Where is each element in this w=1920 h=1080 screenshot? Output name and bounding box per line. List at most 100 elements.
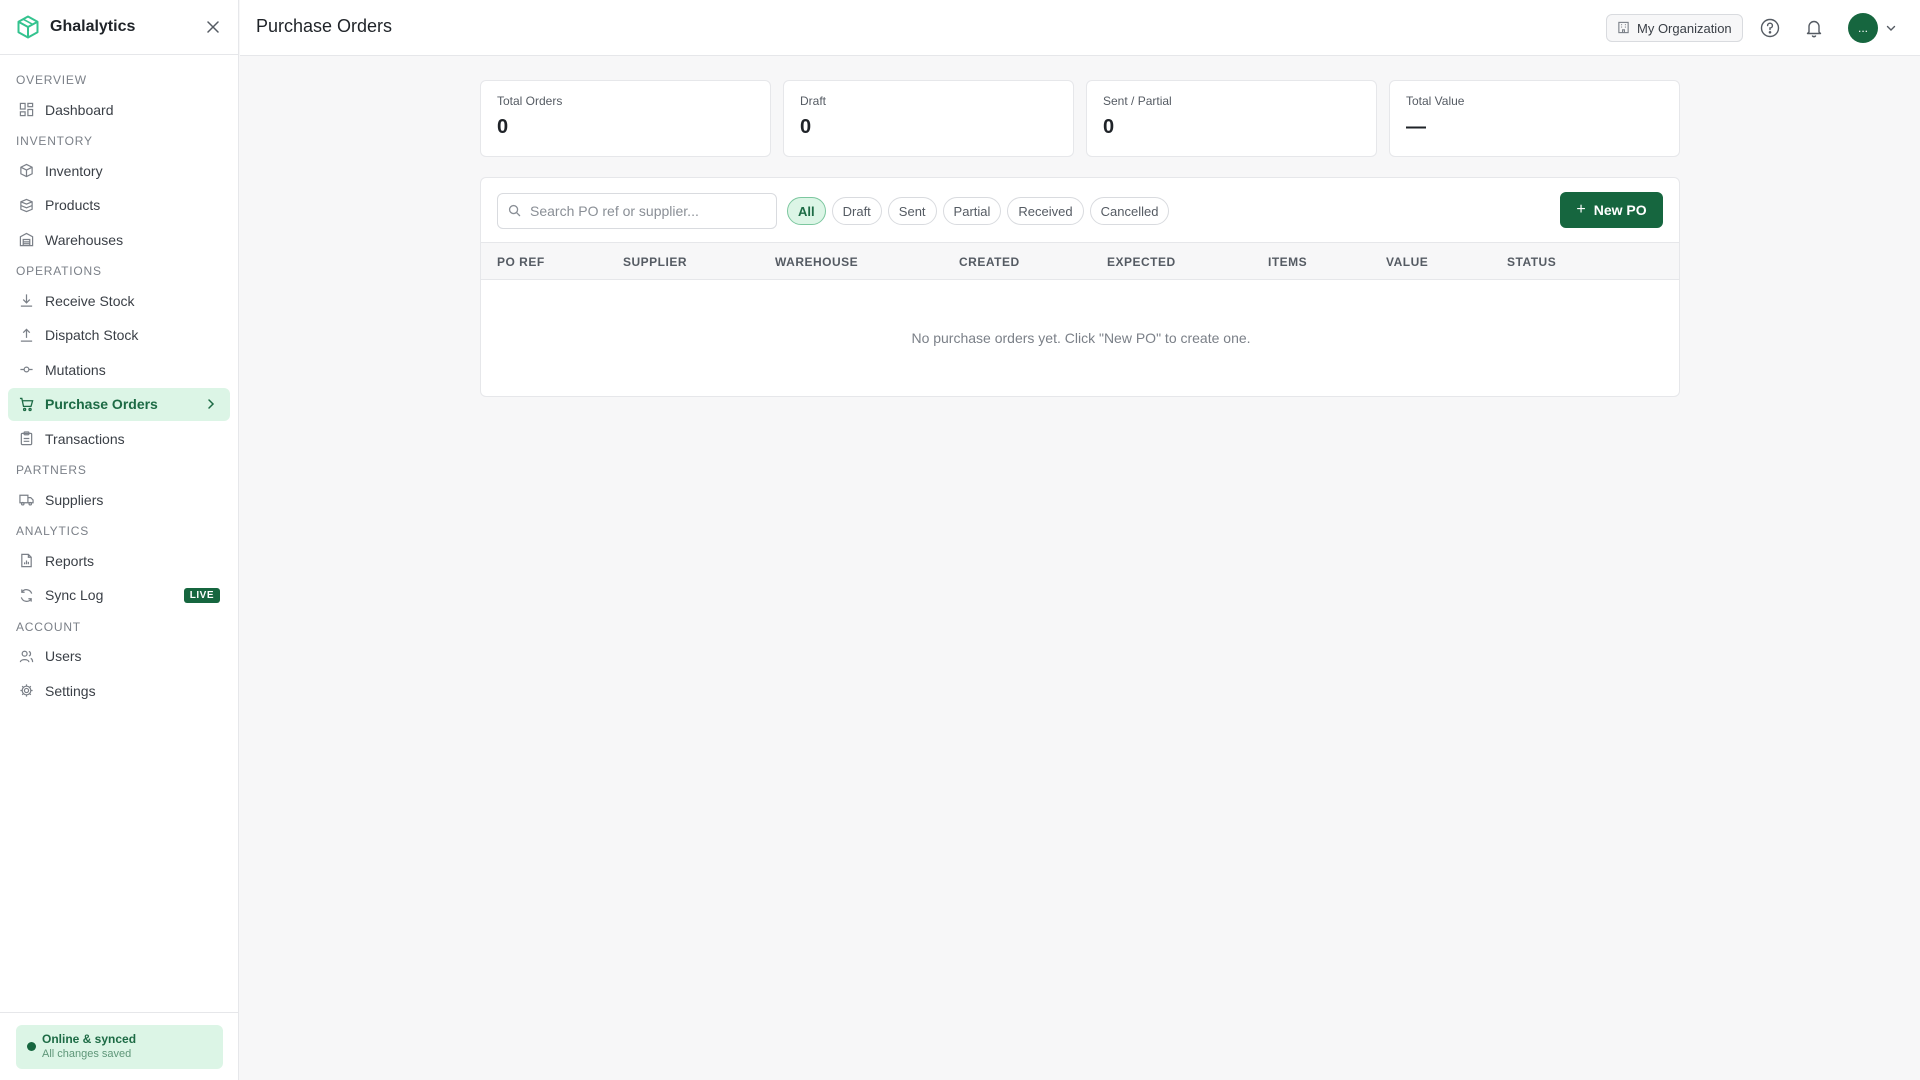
sidebar-item-label: Sync Log xyxy=(45,587,104,603)
close-sidebar-icon[interactable] xyxy=(204,18,222,36)
section-operations: OPERATIONS xyxy=(16,264,102,278)
commit-icon xyxy=(18,362,34,378)
sidebar-item-label: Settings xyxy=(45,682,96,699)
warehouse-icon xyxy=(18,232,34,248)
filter-draft[interactable]: Draft xyxy=(831,197,882,225)
search-icon xyxy=(508,204,522,218)
chevron-down-icon[interactable] xyxy=(1884,21,1898,35)
help-icon[interactable] xyxy=(1759,17,1781,39)
sidebar-item-transactions[interactable]: Transactions xyxy=(8,422,230,455)
section-account: ACCOUNT xyxy=(16,619,81,634)
sidebar-item-products[interactable]: Products xyxy=(8,189,230,222)
stat-label: Draft xyxy=(800,94,827,108)
status-filters: All Draft Sent Partial Received Cancelle… xyxy=(787,197,1170,225)
stat-card-draft: Draft 0 xyxy=(783,80,1074,157)
sidebar-item-label: Reports xyxy=(45,552,95,569)
new-po-button[interactable]: + New PO xyxy=(1560,192,1663,228)
sidebar-item-inventory[interactable]: Inventory xyxy=(8,154,230,187)
column-status[interactable]: STATUS xyxy=(1507,255,1556,269)
sidebar-item-mutations[interactable]: Mutations xyxy=(8,353,230,386)
section-overview: OVERVIEW xyxy=(16,73,87,87)
report-icon xyxy=(18,553,34,569)
stat-label: Total Orders xyxy=(497,94,563,108)
sidebar-item-suppliers[interactable]: Suppliers xyxy=(8,483,230,516)
sync-status-title: Online & synced xyxy=(42,1032,137,1046)
column-po-ref[interactable]: PO REF xyxy=(497,255,545,269)
new-po-label: New PO xyxy=(1593,202,1647,218)
refresh-icon xyxy=(18,587,34,603)
sidebar-item-dispatch-stock[interactable]: Dispatch Stock xyxy=(8,319,230,352)
sidebar-item-users[interactable]: Users xyxy=(8,640,230,673)
stat-value: 0 xyxy=(1103,116,1115,138)
sidebar-item-label: Warehouses xyxy=(45,231,124,248)
stat-label: Total Value xyxy=(1406,94,1465,108)
truck-icon xyxy=(18,492,34,508)
column-created[interactable]: CREATED xyxy=(959,255,1020,269)
table-header: PO REF SUPPLIER WAREHOUSE CREATED EXPECT… xyxy=(481,242,1679,280)
live-badge: LIVE xyxy=(183,587,220,603)
stat-value: 0 xyxy=(497,116,509,138)
sidebar-nav: OVERVIEW Dashboard INVENTORY Inventory P… xyxy=(0,55,238,707)
sidebar-item-label: Users xyxy=(45,648,82,664)
sidebar-item-reports[interactable]: Reports xyxy=(8,544,230,577)
users-icon xyxy=(18,648,34,664)
dashboard-icon xyxy=(18,102,34,118)
filter-received[interactable]: Received xyxy=(1007,197,1084,225)
stat-label: Sent / Partial xyxy=(1103,94,1172,108)
app-name: Ghalalytics xyxy=(50,18,136,35)
filter-all[interactable]: All xyxy=(787,197,826,225)
sidebar-item-warehouses[interactable]: Warehouses xyxy=(8,223,230,256)
sidebar: Ghalalytics OVERVIEW Dashboard INVENTORY… xyxy=(0,0,239,1080)
column-supplier[interactable]: SUPPLIER xyxy=(623,255,687,269)
stat-card-sent-partial: Sent / Partial 0 xyxy=(1086,80,1377,157)
download-icon xyxy=(18,293,34,309)
sidebar-item-label: Transactions xyxy=(45,430,125,447)
page-title: Purchase Orders xyxy=(256,16,393,36)
sidebar-item-sync-log[interactable]: Sync Log LIVE xyxy=(8,579,230,612)
sidebar-item-dashboard[interactable]: Dashboard xyxy=(8,93,230,126)
avatar[interactable]: ... xyxy=(1848,13,1878,43)
organization-switcher[interactable]: My Organization xyxy=(1606,14,1743,42)
clipboard-icon xyxy=(18,431,34,447)
column-expected[interactable]: EXPECTED xyxy=(1107,255,1176,269)
logo-icon xyxy=(16,15,40,39)
organization-name: My Organization xyxy=(1637,20,1732,36)
bell-icon[interactable] xyxy=(1803,17,1825,39)
upload-icon xyxy=(18,327,34,343)
sidebar-item-label: Receive Stock xyxy=(45,292,135,309)
status-dot xyxy=(27,1042,36,1051)
section-partners: PARTNERS xyxy=(16,463,87,477)
sidebar-item-label: Dashboard xyxy=(45,101,114,118)
column-value[interactable]: VALUE xyxy=(1386,255,1428,269)
section-analytics: ANALYTICS xyxy=(16,524,89,538)
stat-card-total-value: Total Value — xyxy=(1389,80,1680,157)
section-inventory: INVENTORY xyxy=(16,134,93,148)
search-box[interactable] xyxy=(497,193,777,229)
box-icon xyxy=(18,163,34,179)
topbar: Purchase Orders My Organization ... xyxy=(240,0,1920,56)
gear-icon xyxy=(18,683,34,699)
sync-status-card: Online & synced All changes saved xyxy=(16,1025,223,1069)
search-input[interactable] xyxy=(530,203,770,219)
building-icon xyxy=(1617,21,1631,35)
sidebar-item-label: Mutations xyxy=(45,361,106,378)
sidebar-item-label: Dispatch Stock xyxy=(45,327,139,343)
plus-icon: + xyxy=(1576,201,1586,218)
column-items[interactable]: ITEMS xyxy=(1268,255,1307,269)
sidebar-item-purchase-orders[interactable]: Purchase Orders xyxy=(8,387,230,421)
sidebar-item-settings[interactable]: Settings xyxy=(8,674,230,707)
boxes-icon xyxy=(18,197,34,213)
brand: Ghalalytics xyxy=(0,0,238,55)
stat-value: 0 xyxy=(800,116,812,138)
sidebar-item-label: Products xyxy=(45,197,101,213)
sidebar-item-receive-stock[interactable]: Receive Stock xyxy=(8,284,230,317)
column-warehouse[interactable]: WAREHOUSE xyxy=(775,255,858,269)
sidebar-item-label: Inventory xyxy=(45,162,103,179)
sidebar-footer: Online & synced All changes saved xyxy=(0,1012,239,1080)
filter-cancelled[interactable]: Cancelled xyxy=(1089,197,1170,225)
filter-sent[interactable]: Sent xyxy=(887,197,937,225)
chevron-right-icon xyxy=(204,397,218,411)
stat-card-total-orders: Total Orders 0 xyxy=(480,80,771,157)
filter-partial[interactable]: Partial xyxy=(942,197,1002,225)
empty-state-message: No purchase orders yet. Click "New PO" t… xyxy=(911,330,1251,346)
